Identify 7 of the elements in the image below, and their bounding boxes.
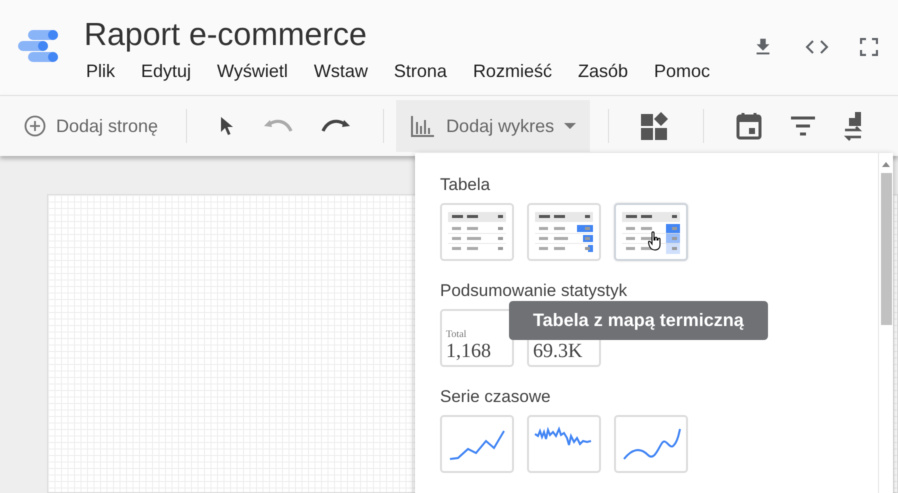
scorecard-value: 69.3K [533, 340, 582, 363]
scorecard-value: 1,168 [446, 340, 491, 363]
section-title: Podsumowanie statystyk [440, 281, 628, 301]
tooltip: Tabela z mapą termiczną [509, 301, 768, 340]
scorecard-label: Total [446, 329, 466, 340]
section-title: Tabela [440, 175, 492, 195]
section-title: Serie czasowe [440, 387, 552, 407]
